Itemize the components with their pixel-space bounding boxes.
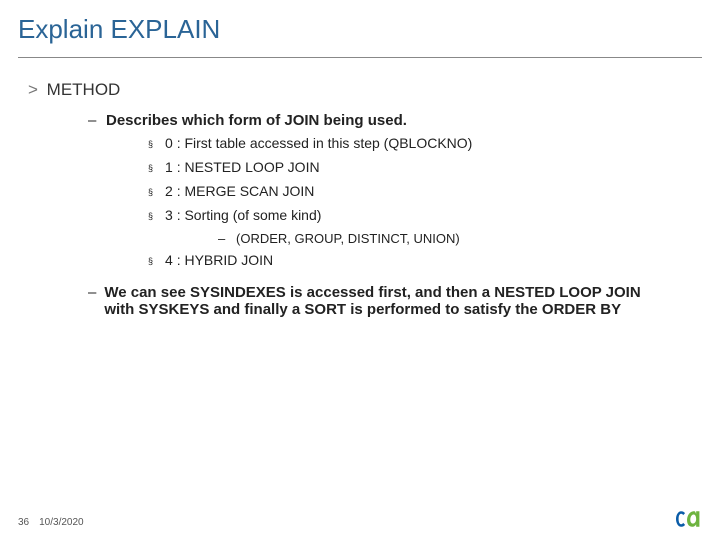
ca-logo-icon xyxy=(676,508,702,530)
list-item-text: 0 : First table accessed in this step (Q… xyxy=(165,135,472,153)
list-item-text: 3 : Sorting (of some kind) xyxy=(165,207,321,225)
list-item: § 2 : MERGE SCAN JOIN xyxy=(148,183,692,201)
slide-date: 10/3/2020 xyxy=(39,517,84,528)
dash-marker: – xyxy=(218,231,226,246)
list-item-text: 1 : NESTED LOOP JOIN xyxy=(165,159,320,177)
bullet-marker: § xyxy=(148,135,153,153)
slide-header: Explain EXPLAIN xyxy=(0,0,720,53)
bullet-marker: § xyxy=(148,183,153,201)
sub-note: – (ORDER, GROUP, DISTINCT, UNION) xyxy=(218,231,692,246)
list-item: § 3 : Sorting (of some kind) xyxy=(148,207,692,225)
section-name: METHOD xyxy=(47,80,121,99)
angle-icon: > xyxy=(28,80,38,99)
page-number: 36 xyxy=(18,517,29,528)
bullet-marker: § xyxy=(148,159,153,177)
list-item: § 4 : HYBRID JOIN xyxy=(148,252,692,270)
list-item: § 1 : NESTED LOOP JOIN xyxy=(148,159,692,177)
slide-footer: 36 10/3/2020 xyxy=(18,517,84,528)
dash-marker: – xyxy=(88,284,96,318)
summary-text: We can see SYSINDEXES is accessed first,… xyxy=(104,284,644,318)
list-item: § 0 : First table accessed in this step … xyxy=(148,135,692,153)
slide-title: Explain EXPLAIN xyxy=(18,14,702,45)
summary-block: – We can see SYSINDEXES is accessed firs… xyxy=(88,284,692,318)
list-item-text: 2 : MERGE SCAN JOIN xyxy=(165,183,314,201)
bullet-marker: § xyxy=(148,207,153,225)
description-text: Describes which form of JOIN being used. xyxy=(106,112,407,129)
description-line: – Describes which form of JOIN being use… xyxy=(88,112,692,129)
section-heading: > METHOD xyxy=(28,80,692,100)
dash-marker: – xyxy=(88,112,98,129)
bullet-marker: § xyxy=(148,252,153,270)
slide-content: > METHOD – Describes which form of JOIN … xyxy=(0,58,720,318)
list-item-text: 4 : HYBRID JOIN xyxy=(165,252,273,270)
sub-note-text: (ORDER, GROUP, DISTINCT, UNION) xyxy=(236,231,460,246)
